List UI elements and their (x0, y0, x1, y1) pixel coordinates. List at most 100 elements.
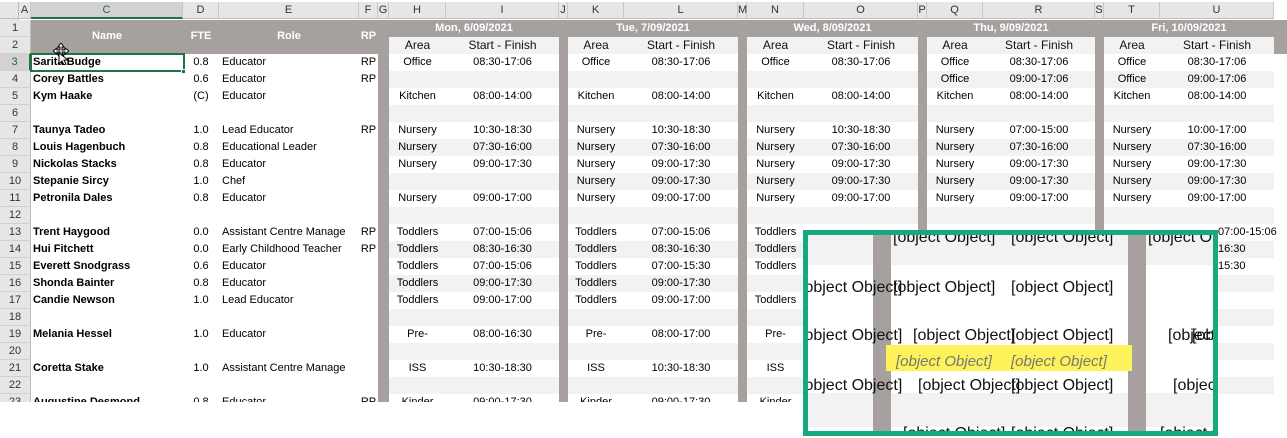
shift-area[interactable]: Office (1104, 54, 1160, 71)
shift-time[interactable]: 09:00-17:30 (446, 275, 559, 292)
shift-time[interactable]: 07:00-15:00 (983, 122, 1095, 139)
shift-time[interactable]: 08:30-17:06 (446, 54, 559, 71)
shift-time[interactable]: 09:00-17:30 (983, 173, 1095, 190)
shift-time[interactable]: 07:00-15:06 (446, 224, 559, 241)
shift-area[interactable]: Nursery (1104, 190, 1160, 207)
shift-area[interactable]: Nursery (747, 156, 804, 173)
staff-rp[interactable] (359, 275, 378, 292)
shift-area[interactable]: Kitchen (389, 88, 446, 105)
select-all-corner[interactable] (0, 2, 19, 19)
shift-time[interactable]: 09:00-17:30 (624, 394, 738, 402)
staff-name[interactable]: Candie Newson (33, 292, 181, 309)
staff-role[interactable]: Assistant Centre Manage (222, 360, 359, 377)
shift-time[interactable]: 07:30-16:00 (624, 139, 738, 156)
staff-role[interactable]: Educator (222, 326, 359, 343)
staff-rp[interactable]: RP (359, 241, 378, 258)
staff-role[interactable]: Educator (222, 394, 359, 402)
staff-role[interactable]: Educational Leader (222, 139, 359, 156)
shift-time[interactable]: 07:00-15:06 (446, 258, 559, 275)
shift-area[interactable] (389, 71, 446, 88)
shift-time[interactable] (804, 71, 918, 88)
staff-name[interactable]: Stepanie Sircy (33, 173, 181, 190)
shift-area[interactable]: Office (1104, 71, 1160, 88)
shift-time[interactable]: 08:30-17:06 (983, 54, 1095, 71)
shift-area[interactable]: Nursery (389, 190, 446, 207)
row-header-7[interactable]: 7 (0, 122, 31, 139)
shift-area[interactable]: Kitchen (1104, 88, 1160, 105)
shift-area[interactable]: Toddlers (568, 258, 624, 275)
shift-area[interactable]: Pre- (568, 326, 624, 343)
shift-area[interactable]: Office (389, 54, 446, 71)
shift-time[interactable]: 08:00-14:00 (983, 88, 1095, 105)
edge-time[interactable]: 07:00-15:06 (1218, 224, 1287, 241)
shift-time[interactable] (446, 173, 559, 190)
column-header-d[interactable]: D (183, 2, 219, 19)
shift-area[interactable]: Toddlers (389, 241, 446, 258)
staff-rp[interactable] (359, 360, 378, 377)
staff-name[interactable]: Kym Haake (33, 88, 181, 105)
shift-time[interactable]: 09:00-17:30 (804, 156, 918, 173)
shift-time[interactable]: 07:00-15:06 (624, 224, 738, 241)
shift-area[interactable]: Pre- (389, 326, 446, 343)
shift-area[interactable]: Nursery (568, 122, 624, 139)
shift-area[interactable] (747, 275, 804, 292)
shift-area[interactable] (747, 71, 804, 88)
staff-name[interactable]: Everett Snodgrass (33, 258, 181, 275)
staff-role[interactable]: Educator (222, 275, 359, 292)
shift-time[interactable]: 09:00-17:06 (1160, 71, 1274, 88)
shift-area[interactable]: Nursery (747, 139, 804, 156)
staff-rp[interactable] (359, 88, 378, 105)
shift-area[interactable]: Toddlers (389, 258, 446, 275)
shift-time[interactable]: 08:00-14:00 (804, 88, 918, 105)
shift-area[interactable]: Office (927, 71, 983, 88)
row-header-14[interactable]: 14 (0, 241, 31, 258)
shift-time[interactable]: 09:00-17:30 (624, 156, 738, 173)
staff-rp[interactable] (359, 139, 378, 156)
row-header-16[interactable]: 16 (0, 275, 31, 292)
shift-time[interactable]: 09:00-17:30 (624, 173, 738, 190)
shift-area[interactable]: Nursery (927, 156, 983, 173)
shift-time[interactable]: 09:00-17:30 (983, 156, 1095, 173)
staff-rp[interactable]: RP (359, 122, 378, 139)
shift-time[interactable]: 08:30-17:06 (624, 54, 738, 71)
shift-time[interactable]: 09:00-17:00 (624, 292, 738, 309)
row-header-21[interactable]: 21 (0, 360, 31, 377)
staff-role[interactable]: Early Childhood Teacher (222, 241, 359, 258)
row-header-22[interactable]: 22 (0, 377, 31, 394)
shift-time[interactable]: 09:00-17:00 (446, 292, 559, 309)
shift-time[interactable]: 09:00-17:30 (446, 156, 559, 173)
shift-time[interactable]: 08:30-16:30 (624, 241, 738, 258)
shift-area[interactable]: Toddlers (389, 224, 446, 241)
staff-rp[interactable]: RP (359, 394, 378, 402)
column-header-t[interactable]: T (1104, 2, 1160, 19)
staff-role[interactable]: Educator (222, 156, 359, 173)
shift-area[interactable]: Nursery (927, 139, 983, 156)
staff-fte[interactable]: 1.0 (183, 326, 219, 343)
staff-fte[interactable]: 0.8 (183, 54, 219, 71)
staff-name[interactable]: Taunya Tadeo (33, 122, 181, 139)
staff-rp[interactable] (359, 326, 378, 343)
staff-name[interactable]: Coretta Stake (33, 360, 181, 377)
column-header-h[interactable]: H (389, 2, 446, 19)
row-header-4[interactable]: 4 (0, 71, 31, 88)
row-header-8[interactable]: 8 (0, 139, 31, 156)
shift-area[interactable]: Toddlers (747, 224, 804, 241)
column-header-e[interactable]: E (219, 2, 359, 19)
staff-fte[interactable]: 0.6 (183, 258, 219, 275)
staff-rp[interactable]: RP (359, 71, 378, 88)
shift-time[interactable]: 09:00-17:30 (446, 394, 559, 402)
shift-area[interactable]: Nursery (389, 139, 446, 156)
shift-area[interactable]: Toddlers (747, 292, 804, 309)
shift-area[interactable]: Toddlers (389, 275, 446, 292)
staff-fte[interactable]: 0.8 (183, 394, 219, 402)
staff-fte[interactable]: 0.8 (183, 139, 219, 156)
shift-time[interactable]: 10:00-17:00 (1160, 122, 1274, 139)
row-header-3[interactable]: 3 (0, 54, 31, 71)
shift-time[interactable] (624, 71, 738, 88)
shift-time[interactable]: 09:00-17:30 (1160, 156, 1274, 173)
shift-area[interactable]: Nursery (1104, 156, 1160, 173)
shift-time[interactable]: 08:30-16:30 (446, 241, 559, 258)
shift-time[interactable]: 09:00-17:00 (446, 190, 559, 207)
row-header-12[interactable]: 12 (0, 207, 31, 224)
shift-area[interactable] (568, 71, 624, 88)
